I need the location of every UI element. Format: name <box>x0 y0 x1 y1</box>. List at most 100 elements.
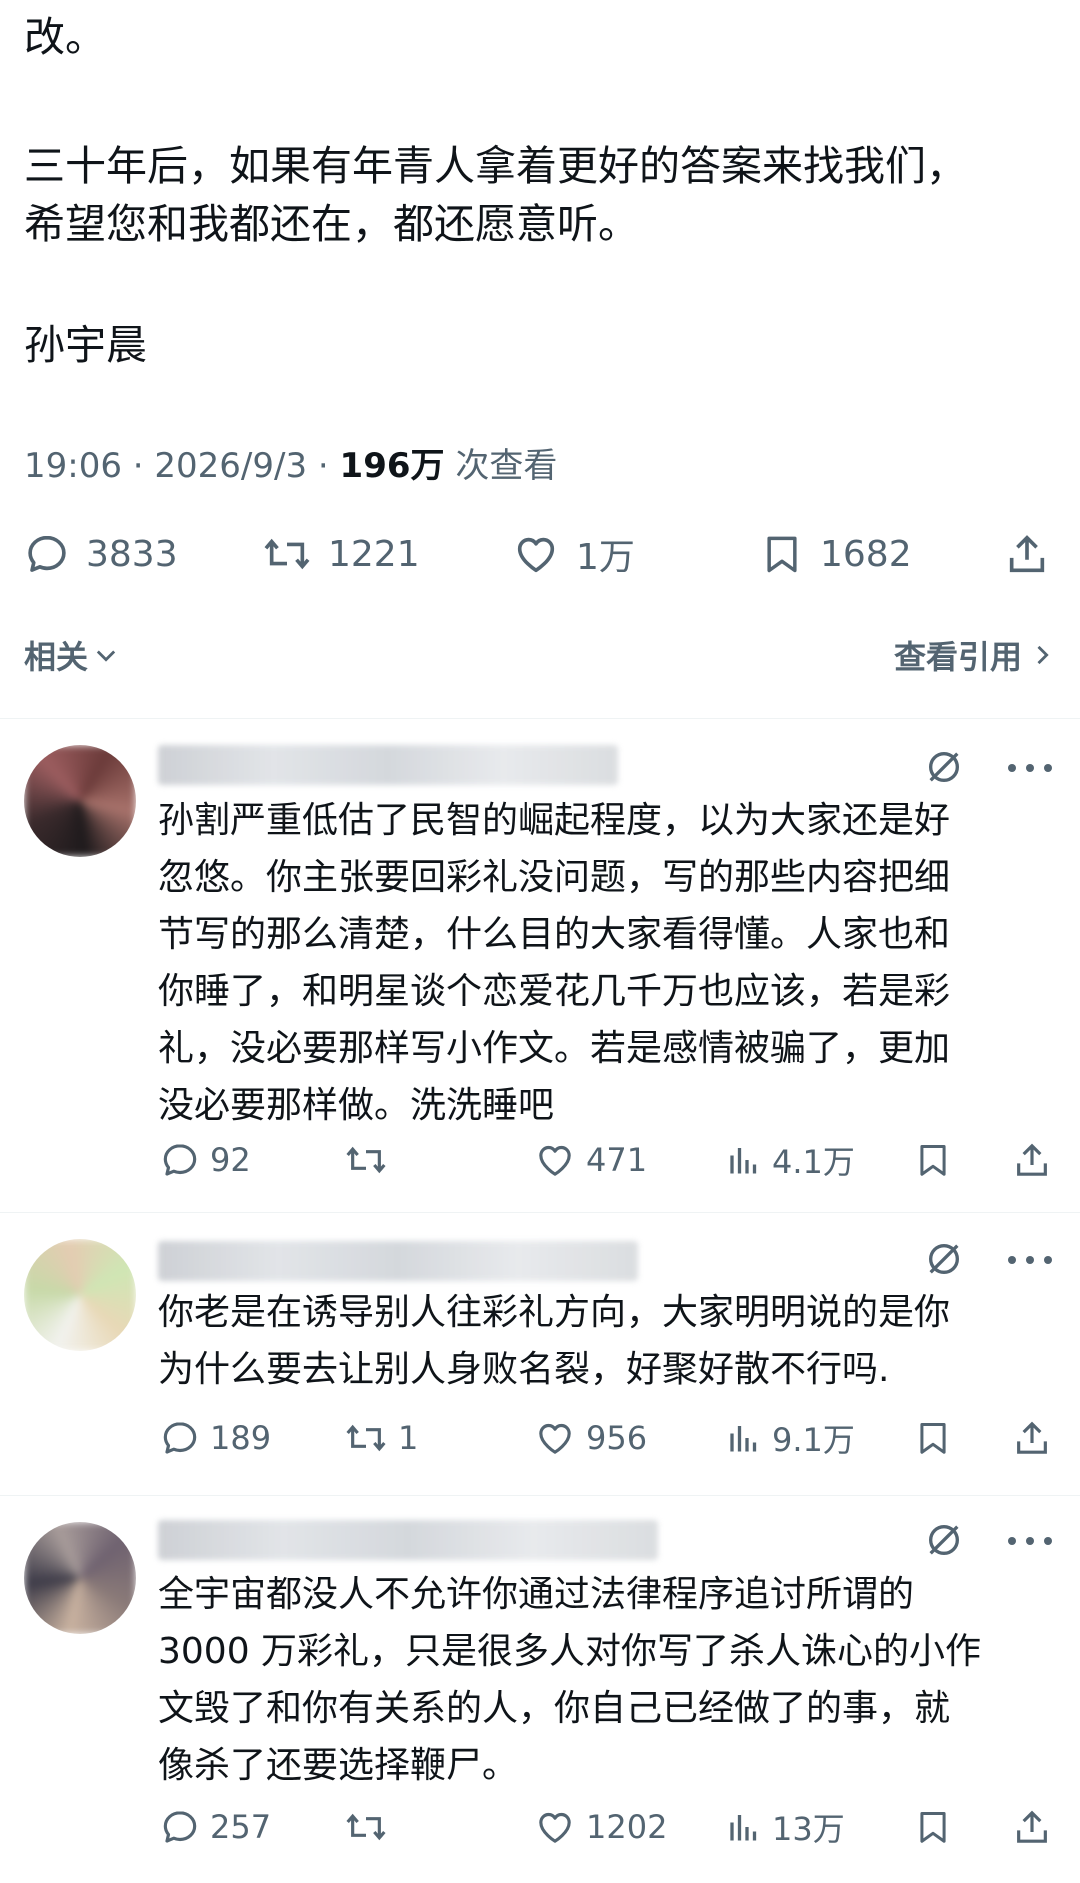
related-dropdown[interactable]: 相关 <box>24 630 120 680</box>
repost-count: 1 <box>398 1419 419 1457</box>
like-button[interactable]: 1万 <box>512 524 635 584</box>
repost-button[interactable] <box>344 1135 398 1185</box>
grok-icon[interactable] <box>924 1239 964 1279</box>
grok-icon[interactable] <box>924 747 964 787</box>
reply-text-line: 文毁了和你有关系的人，你自己已经做了的事，就 <box>158 1688 951 1729</box>
views-count: 4.1万 <box>772 1143 855 1181</box>
view-quotes-label: 查看引用 <box>893 638 1022 676</box>
like-button[interactable]: 471 <box>534 1135 647 1185</box>
avatar[interactable] <box>24 1239 136 1351</box>
reply-action-bar: 257 1202 13万 <box>0 1802 1080 1852</box>
heart-icon <box>539 1145 571 1176</box>
repost-count: 1221 <box>328 533 420 575</box>
views-count: 196万 <box>339 446 445 486</box>
heart-icon <box>539 1812 571 1843</box>
views-button[interactable]: 4.1万 <box>726 1135 855 1185</box>
author-header-redacted <box>158 1241 638 1281</box>
reply-button[interactable]: 257 <box>160 1802 271 1852</box>
reply-text-line: 全宇宙都没人不允许你通过法律程序追讨所谓的 <box>158 1574 915 1615</box>
reply-item[interactable]: 你老是在诱导别人往彩礼方向，大家明明说的是你 为什么要去让别人身败名裂，好聚好散… <box>0 1213 1080 1494</box>
grok-icon[interactable] <box>924 1520 964 1560</box>
share-icon <box>1017 1810 1047 1843</box>
chevron-down-icon <box>96 650 116 662</box>
reply-action-bar: 189 1 956 9.1万 <box>0 1413 1080 1463</box>
reply-icon <box>163 1144 197 1176</box>
post-text-line: 希望您和我都还在，都还愿意听。 <box>24 200 639 248</box>
like-count: 1万 <box>576 537 635 578</box>
post-text-line: 三十年后，如果有年青人拿着更好的答案来找我们， <box>24 142 967 190</box>
share-icon <box>1017 1143 1047 1176</box>
post-timestamp[interactable]: 19:06 · 2026/9/3 · <box>24 446 340 486</box>
share-button[interactable] <box>1012 1135 1052 1185</box>
reply-item[interactable]: 孙割严重低估了民智的崛起程度，以为大家还是好 忽悠。你主张要回彩礼没问题，写的那… <box>0 719 1080 1211</box>
reply-text-line: 像杀了还要选择鞭尸。 <box>158 1745 519 1786</box>
bookmark-icon <box>920 1423 946 1454</box>
repost-icon <box>264 538 310 570</box>
analytics-icon <box>730 1815 757 1841</box>
like-button[interactable]: 1202 <box>534 1802 667 1852</box>
bookmark-button[interactable] <box>914 1802 952 1852</box>
like-button[interactable]: 956 <box>534 1413 647 1463</box>
repost-button[interactable]: 1 <box>344 1413 418 1463</box>
like-count: 471 <box>586 1141 648 1179</box>
avatar[interactable] <box>24 1522 136 1634</box>
reply-button[interactable]: 92 <box>160 1135 251 1185</box>
views-button[interactable]: 13万 <box>726 1802 845 1852</box>
share-button[interactable] <box>1012 1802 1052 1852</box>
bookmark-button[interactable]: 1682 <box>760 524 912 584</box>
heart-icon <box>517 537 555 573</box>
reply-text-line: 你睡了，和明星谈个恋爱花几千万也应该，若是彩 <box>158 971 951 1012</box>
bookmark-count: 1682 <box>820 533 912 575</box>
view-quotes-link[interactable]: 查看引用 <box>894 630 1056 680</box>
related-label: 相关 <box>24 638 89 676</box>
reply-icon <box>28 535 66 572</box>
share-button[interactable] <box>1012 1413 1052 1463</box>
bookmark-icon <box>767 536 797 573</box>
post-action-bar: 3833 1221 1万 1682 <box>0 524 1080 584</box>
reply-text-line: 3000 万彩礼，只是很多人对你写了杀人诛心的小作 <box>158 1631 982 1672</box>
like-count: 956 <box>586 1419 648 1457</box>
share-icon <box>1009 535 1045 573</box>
share-icon <box>1017 1421 1047 1454</box>
views-button[interactable]: 9.1万 <box>726 1413 855 1463</box>
reply-text-line: 为什么要去让别人身败名裂，好聚好散不行吗. <box>158 1349 890 1390</box>
repost-button[interactable] <box>344 1802 398 1852</box>
analytics-icon <box>730 1148 757 1174</box>
repost-button[interactable]: 1221 <box>262 524 420 584</box>
reply-button[interactable]: 3833 <box>24 524 178 584</box>
reply-item[interactable]: 全宇宙都没人不允许你通过法律程序追讨所谓的 3000 万彩礼，只是很多人对你写了… <box>0 1496 1080 1883</box>
more-options-icon[interactable] <box>1008 753 1052 783</box>
heart-icon <box>539 1423 571 1454</box>
author-header-redacted <box>158 745 618 785</box>
reply-count: 92 <box>210 1141 251 1179</box>
reply-text-line: 你老是在诱导别人往彩礼方向，大家明明说的是你 <box>158 1292 951 1333</box>
share-button[interactable] <box>1004 524 1050 584</box>
bookmark-icon <box>920 1812 946 1843</box>
bookmark-icon <box>920 1145 946 1176</box>
more-options-icon[interactable] <box>1008 1526 1052 1556</box>
bookmark-button[interactable] <box>914 1135 952 1185</box>
views-label: 次查看 <box>444 446 558 486</box>
reply-button[interactable]: 189 <box>160 1413 271 1463</box>
reply-text-line: 没必要那样做。洗洗睡吧 <box>158 1085 555 1126</box>
repost-icon <box>346 1813 386 1841</box>
main-post: 改。 三十年后，如果有年青人拿着更好的答案来找我们， 希望您和我都还在，都还愿意… <box>0 0 1080 718</box>
bookmark-button[interactable] <box>914 1413 952 1463</box>
views-count: 9.1万 <box>772 1421 855 1459</box>
reply-icon <box>163 1811 197 1843</box>
reply-text-line: 礼，没必要那样写小作文。若是感情被骗了，更加 <box>158 1028 951 1069</box>
post-meta: 19:06 · 2026/9/3 · 196万 次查看 <box>24 438 557 487</box>
reply-text-line: 忽悠。你主张要回彩礼没问题，写的那些内容把细 <box>158 857 951 898</box>
more-options-icon[interactable] <box>1008 1245 1052 1275</box>
reply-count: 189 <box>210 1419 272 1457</box>
reply-text-line: 孙割严重低估了民智的崛起程度，以为大家还是好 <box>158 800 951 841</box>
reply-count: 257 <box>210 1808 272 1846</box>
reply-icon <box>163 1422 197 1454</box>
related-row: 相关 查看引用 <box>0 630 1080 680</box>
repost-icon <box>346 1424 386 1452</box>
avatar[interactable] <box>24 745 136 857</box>
chevron-right-icon <box>1037 645 1049 665</box>
views-count: 13万 <box>772 1810 845 1848</box>
author-header-redacted <box>158 1520 658 1560</box>
repost-icon <box>346 1146 386 1174</box>
